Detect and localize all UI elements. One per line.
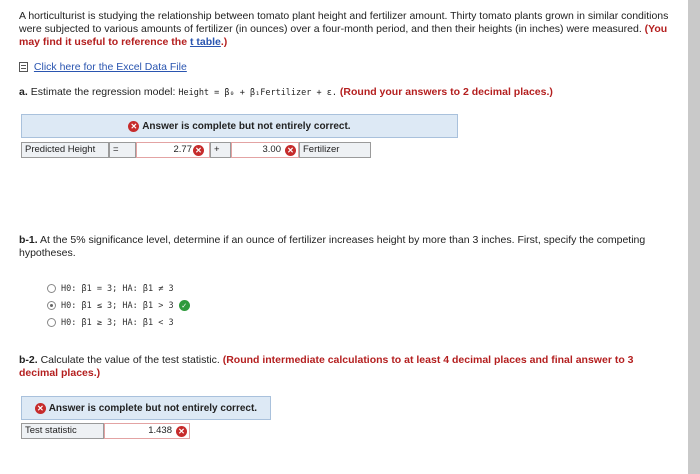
- part-a-label: a.: [19, 86, 28, 98]
- page-scrollbar[interactable]: [688, 0, 700, 474]
- part-b1-label: b-1.: [19, 234, 38, 246]
- test-statistic-label: Test statistic: [21, 423, 104, 439]
- correct-icon: ✓: [178, 300, 190, 311]
- part-b1-question: b-1. At the 5% significance level, deter…: [19, 234, 675, 260]
- equals-sign: =: [109, 142, 136, 158]
- radio-button[interactable]: [47, 284, 56, 293]
- part-a-banner-text: Answer is complete but not entirely corr…: [142, 120, 351, 132]
- regression-formula: Height = β₀ + β₁Fertilizer + ε.: [178, 88, 337, 98]
- part-b2-text: Calculate the value of the test statisti…: [40, 354, 220, 366]
- part-b2-question: b-2. Calculate the value of the test sta…: [19, 354, 675, 380]
- hypothesis-option-2[interactable]: H0: β1 ≤ 3; HA: β1 > 3 ✓: [47, 300, 190, 311]
- part-b2-banner-text: Answer is complete but not entirely corr…: [48, 402, 258, 414]
- part-a-question: a. Estimate the regression model: Height…: [19, 86, 675, 100]
- part-a-instruction: (Round your answers to 2 decimal places.…: [339, 86, 553, 98]
- excel-data-link[interactable]: Click here for the Excel Data File: [34, 61, 187, 73]
- intro-paragraph: A horticulturist is studying the relatio…: [19, 10, 675, 49]
- radio-button[interactable]: [47, 318, 56, 327]
- slope-incorrect-icon: ✕: [285, 145, 296, 156]
- predicted-height-label: Predicted Height: [21, 142, 109, 158]
- fertilizer-label: Fertilizer: [299, 142, 371, 158]
- incorrect-icon: ✕: [128, 120, 140, 132]
- hypothesis-option-1[interactable]: H0: β1 = 3; HA: β1 ≠ 3: [47, 284, 174, 294]
- excel-link-row[interactable]: Click here for the Excel Data File: [19, 61, 675, 74]
- intercept-incorrect-icon: ✕: [193, 145, 204, 156]
- part-b2-status-banner: ✕ Answer is complete but not entirely co…: [21, 396, 271, 420]
- part-b1-text: At the 5% significance level, determine …: [19, 234, 646, 259]
- test-statistic-incorrect-icon: ✕: [176, 426, 187, 437]
- part-a-status-banner: ✕ Answer is complete but not entirely co…: [21, 114, 458, 138]
- document-icon: [19, 62, 28, 73]
- plus-sign: +: [210, 142, 231, 158]
- part-b2-label: b-2.: [19, 354, 38, 366]
- intro-text: A horticulturist is studying the relatio…: [19, 10, 669, 35]
- radio-button-selected[interactable]: [47, 301, 56, 310]
- incorrect-icon: ✕: [34, 402, 46, 414]
- part-a-text: Estimate the regression model:: [30, 86, 176, 98]
- t-table-link[interactable]: t table: [190, 36, 221, 48]
- hypothesis-option-3[interactable]: H0: β1 ≥ 3; HA: β1 < 3: [47, 318, 174, 328]
